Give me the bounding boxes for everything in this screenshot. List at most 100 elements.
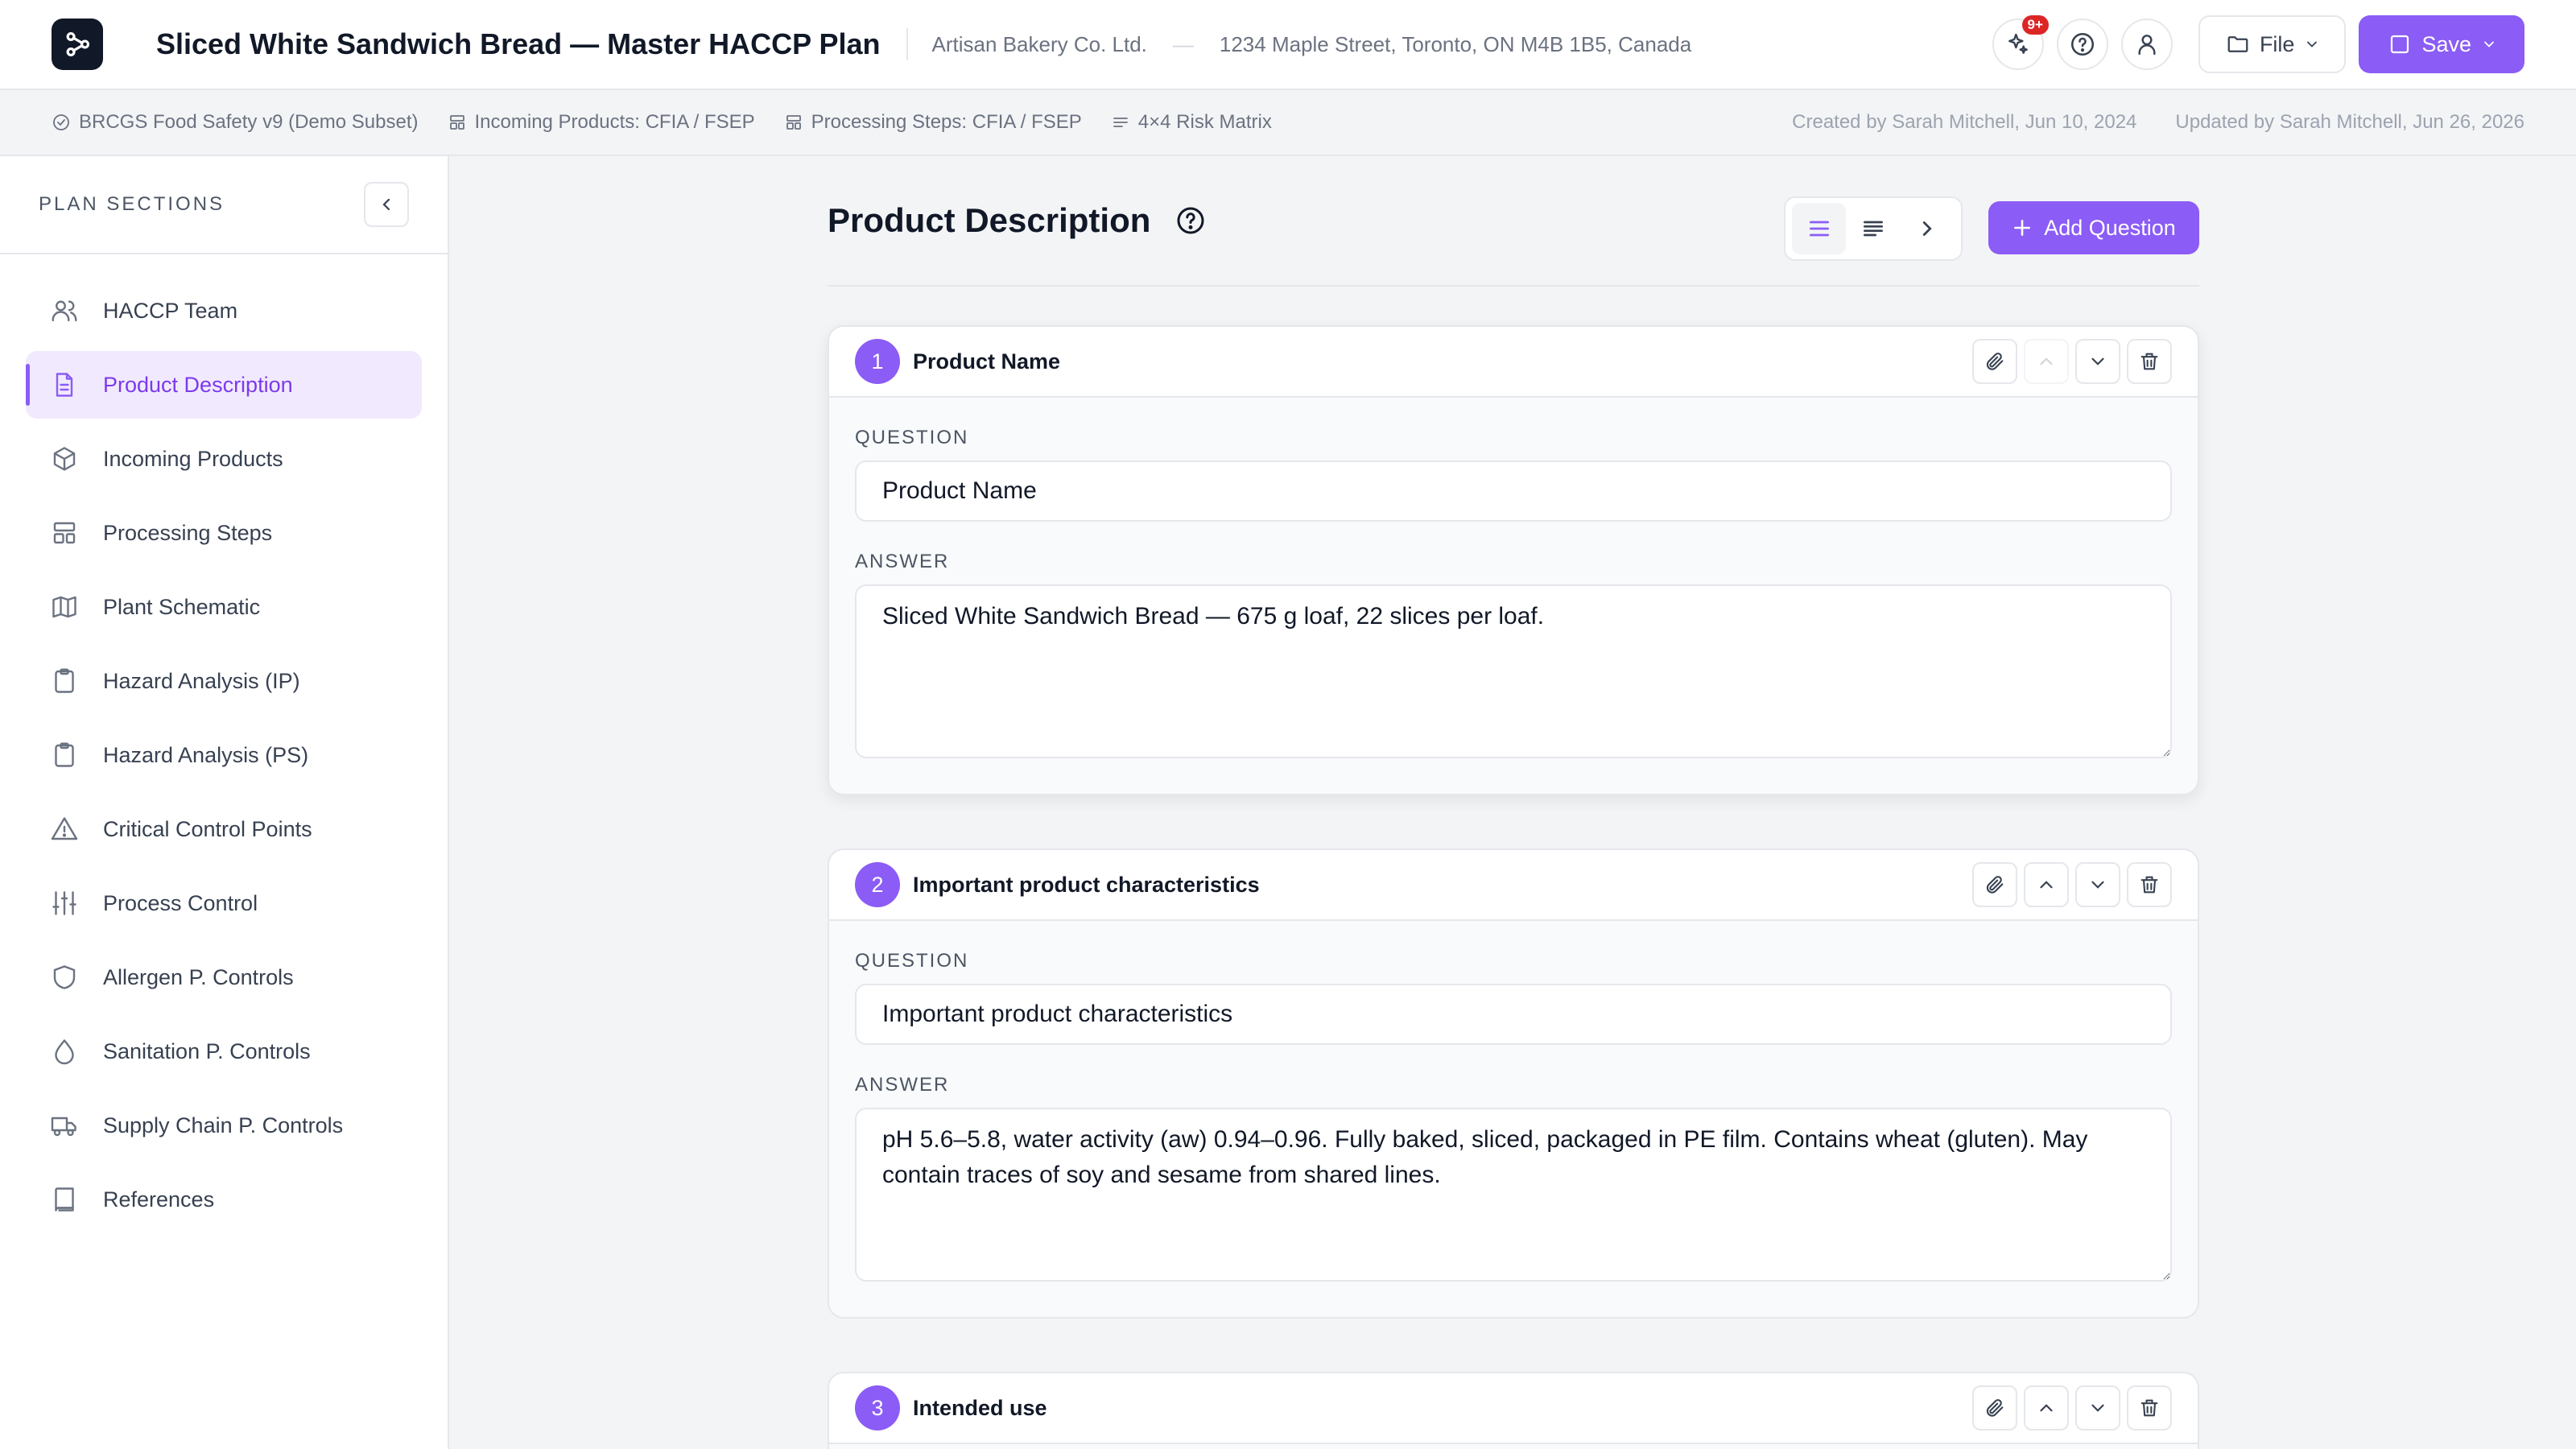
answer-textarea[interactable]: Sliced White Sandwich Bread — 675 g loaf…	[855, 584, 2172, 758]
company-name: Artisan Bakery Co. Ltd.	[931, 31, 1147, 56]
chevron-left-icon	[382, 198, 390, 211]
move-down-button[interactable]	[2075, 862, 2120, 907]
add-question-label: Add Question	[2044, 215, 2176, 240]
collapse-sidebar-button[interactable]	[364, 182, 409, 227]
sidebar-header: PLAN SECTIONS	[0, 156, 448, 254]
meta-incoming: Incoming Products: CFIA / FSEP	[448, 111, 755, 134]
app-logo[interactable]	[52, 19, 103, 70]
sidebar-item-allergen-controls[interactable]: Allergen P. Controls	[26, 943, 422, 1011]
chevron-up-icon	[2040, 1404, 2053, 1412]
section-help-button[interactable]	[1174, 204, 1207, 237]
paperclip-icon	[1986, 353, 2004, 370]
file-menu-label: File	[2259, 31, 2295, 56]
chevron-up-icon	[2040, 357, 2053, 365]
delete-button[interactable]	[2127, 1385, 2172, 1430]
chevron-down-icon	[2307, 41, 2318, 47]
question-input[interactable]	[855, 984, 2172, 1045]
question-card-body: QUESTION ANSWER Sliced White Sandwich Br…	[829, 398, 2198, 794]
sidebar-item-process-control[interactable]: Process Control	[26, 869, 422, 937]
sidebar-item-label: Processing Steps	[103, 520, 273, 545]
answer-label: ANSWER	[855, 551, 950, 572]
droplet-icon	[55, 1039, 74, 1065]
list-view-button[interactable]	[1792, 203, 1847, 254]
question-card-actions	[1966, 1385, 2172, 1430]
meta-updated: Updated by Sarah Mitchell, Jun 26, 2026	[2175, 111, 2524, 133]
sidebar-item-sanitation-controls[interactable]: Sanitation P. Controls	[26, 1018, 422, 1085]
save-button[interactable]: Save	[2359, 15, 2524, 73]
attach-button[interactable]	[1972, 339, 2017, 384]
sidebar-item-incoming-products[interactable]: Incoming Products	[26, 425, 422, 493]
chevron-down-icon	[2091, 1404, 2104, 1412]
attach-button[interactable]	[1972, 1385, 2017, 1430]
move-up-button[interactable]	[2024, 1385, 2069, 1430]
sidebar-item-label: Plant Schematic	[103, 594, 261, 619]
layout-icon	[786, 115, 801, 130]
sidebar-item-plant-schematic[interactable]: Plant Schematic	[26, 573, 422, 641]
add-question-button[interactable]: Add Question	[1988, 201, 2199, 254]
move-down-button[interactable]	[2075, 1385, 2120, 1430]
sidebar-item-label: Process Control	[103, 890, 258, 915]
delete-button[interactable]	[2127, 862, 2172, 907]
question-input[interactable]	[855, 460, 2172, 522]
warning-icon	[51, 817, 78, 840]
next-section-button[interactable]	[1901, 203, 1955, 254]
paperclip-icon	[1986, 876, 2004, 894]
question-label: QUESTION	[855, 950, 969, 972]
sidebar-item-supply-chain-controls[interactable]: Supply Chain P. Controls	[26, 1092, 422, 1159]
sidebar-item-hazard-analysis-ip[interactable]: Hazard Analysis (IP)	[26, 647, 422, 715]
question-card-header: 1 Product Name	[829, 327, 2198, 398]
save-label: Save	[2421, 31, 2471, 56]
sidebar-title: PLAN SECTIONS	[39, 193, 225, 215]
sidebar-item-critical-control-points[interactable]: Critical Control Points	[26, 795, 422, 863]
check-circle-icon	[53, 114, 69, 130]
clipboard-icon	[55, 742, 74, 767]
page-title: Product Description	[828, 201, 1151, 239]
move-down-button[interactable]	[2075, 339, 2120, 384]
sidebar-item-label: References	[103, 1187, 215, 1212]
clipboard-icon	[55, 668, 74, 693]
trash-icon	[2140, 876, 2158, 894]
sliders-icon	[52, 891, 76, 915]
header-divider	[906, 28, 908, 60]
text-view-button[interactable]	[1846, 203, 1900, 254]
sidebar-nav: HACCP Team Product Description Incoming …	[0, 254, 448, 1233]
move-up-button[interactable]	[2024, 339, 2069, 384]
question-number: 3	[855, 1385, 900, 1430]
lines-icon	[1113, 118, 1128, 127]
section-header: Product Description Add Question	[828, 156, 2199, 287]
file-menu-button[interactable]: File	[2198, 15, 2347, 73]
layout-icon	[53, 522, 76, 544]
help-icon	[1177, 207, 1204, 234]
plan-meta-bar: BRCGS Food Safety v9 (Demo Subset) Incom…	[0, 90, 2576, 156]
header-separator: —	[1172, 31, 1194, 56]
question-card-title: Product Name	[913, 349, 1061, 374]
help-button[interactable]	[2056, 19, 2108, 70]
sidebar-item-label: HACCP Team	[103, 298, 238, 323]
sidebar-item-references[interactable]: References	[26, 1166, 422, 1233]
meta-created: Created by Sarah Mitchell, Jun 10, 2024	[1792, 111, 2137, 133]
delete-button[interactable]	[2127, 339, 2172, 384]
chevron-right-icon	[1923, 221, 1933, 236]
answer-textarea[interactable]: pH 5.6–5.8, water activity (aw) 0.94–0.9…	[855, 1108, 2172, 1282]
sidebar-item-haccp-team[interactable]: HACCP Team	[26, 277, 422, 345]
question-number: 1	[855, 339, 900, 384]
ai-assist-button[interactable]: 9+	[1992, 15, 2049, 70]
question-card-actions	[1966, 339, 2172, 384]
meta-processing-label: Processing Steps: CFIA / FSEP	[811, 111, 1082, 133]
sidebar-item-label: Hazard Analysis (PS)	[103, 742, 309, 767]
sparkles-icon	[2008, 33, 2028, 54]
attach-button[interactable]	[1972, 862, 2017, 907]
truck-icon	[51, 1117, 76, 1137]
question-card-title: Important product characteristics	[913, 872, 1260, 897]
sidebar-item-hazard-analysis-ps[interactable]: Hazard Analysis (PS)	[26, 721, 422, 789]
plus-icon	[2014, 220, 2031, 236]
sidebar-item-label: Incoming Products	[103, 446, 283, 471]
move-up-button[interactable]	[2024, 862, 2069, 907]
help-icon	[2070, 32, 2094, 56]
user-profile-button[interactable]	[2120, 19, 2173, 70]
sidebar-item-processing-steps[interactable]: Processing Steps	[26, 499, 422, 567]
align-left-icon	[1863, 221, 1883, 237]
sidebar-item-product-description[interactable]: Product Description	[26, 351, 422, 419]
question-card-actions	[1966, 862, 2172, 907]
map-icon	[52, 596, 76, 618]
